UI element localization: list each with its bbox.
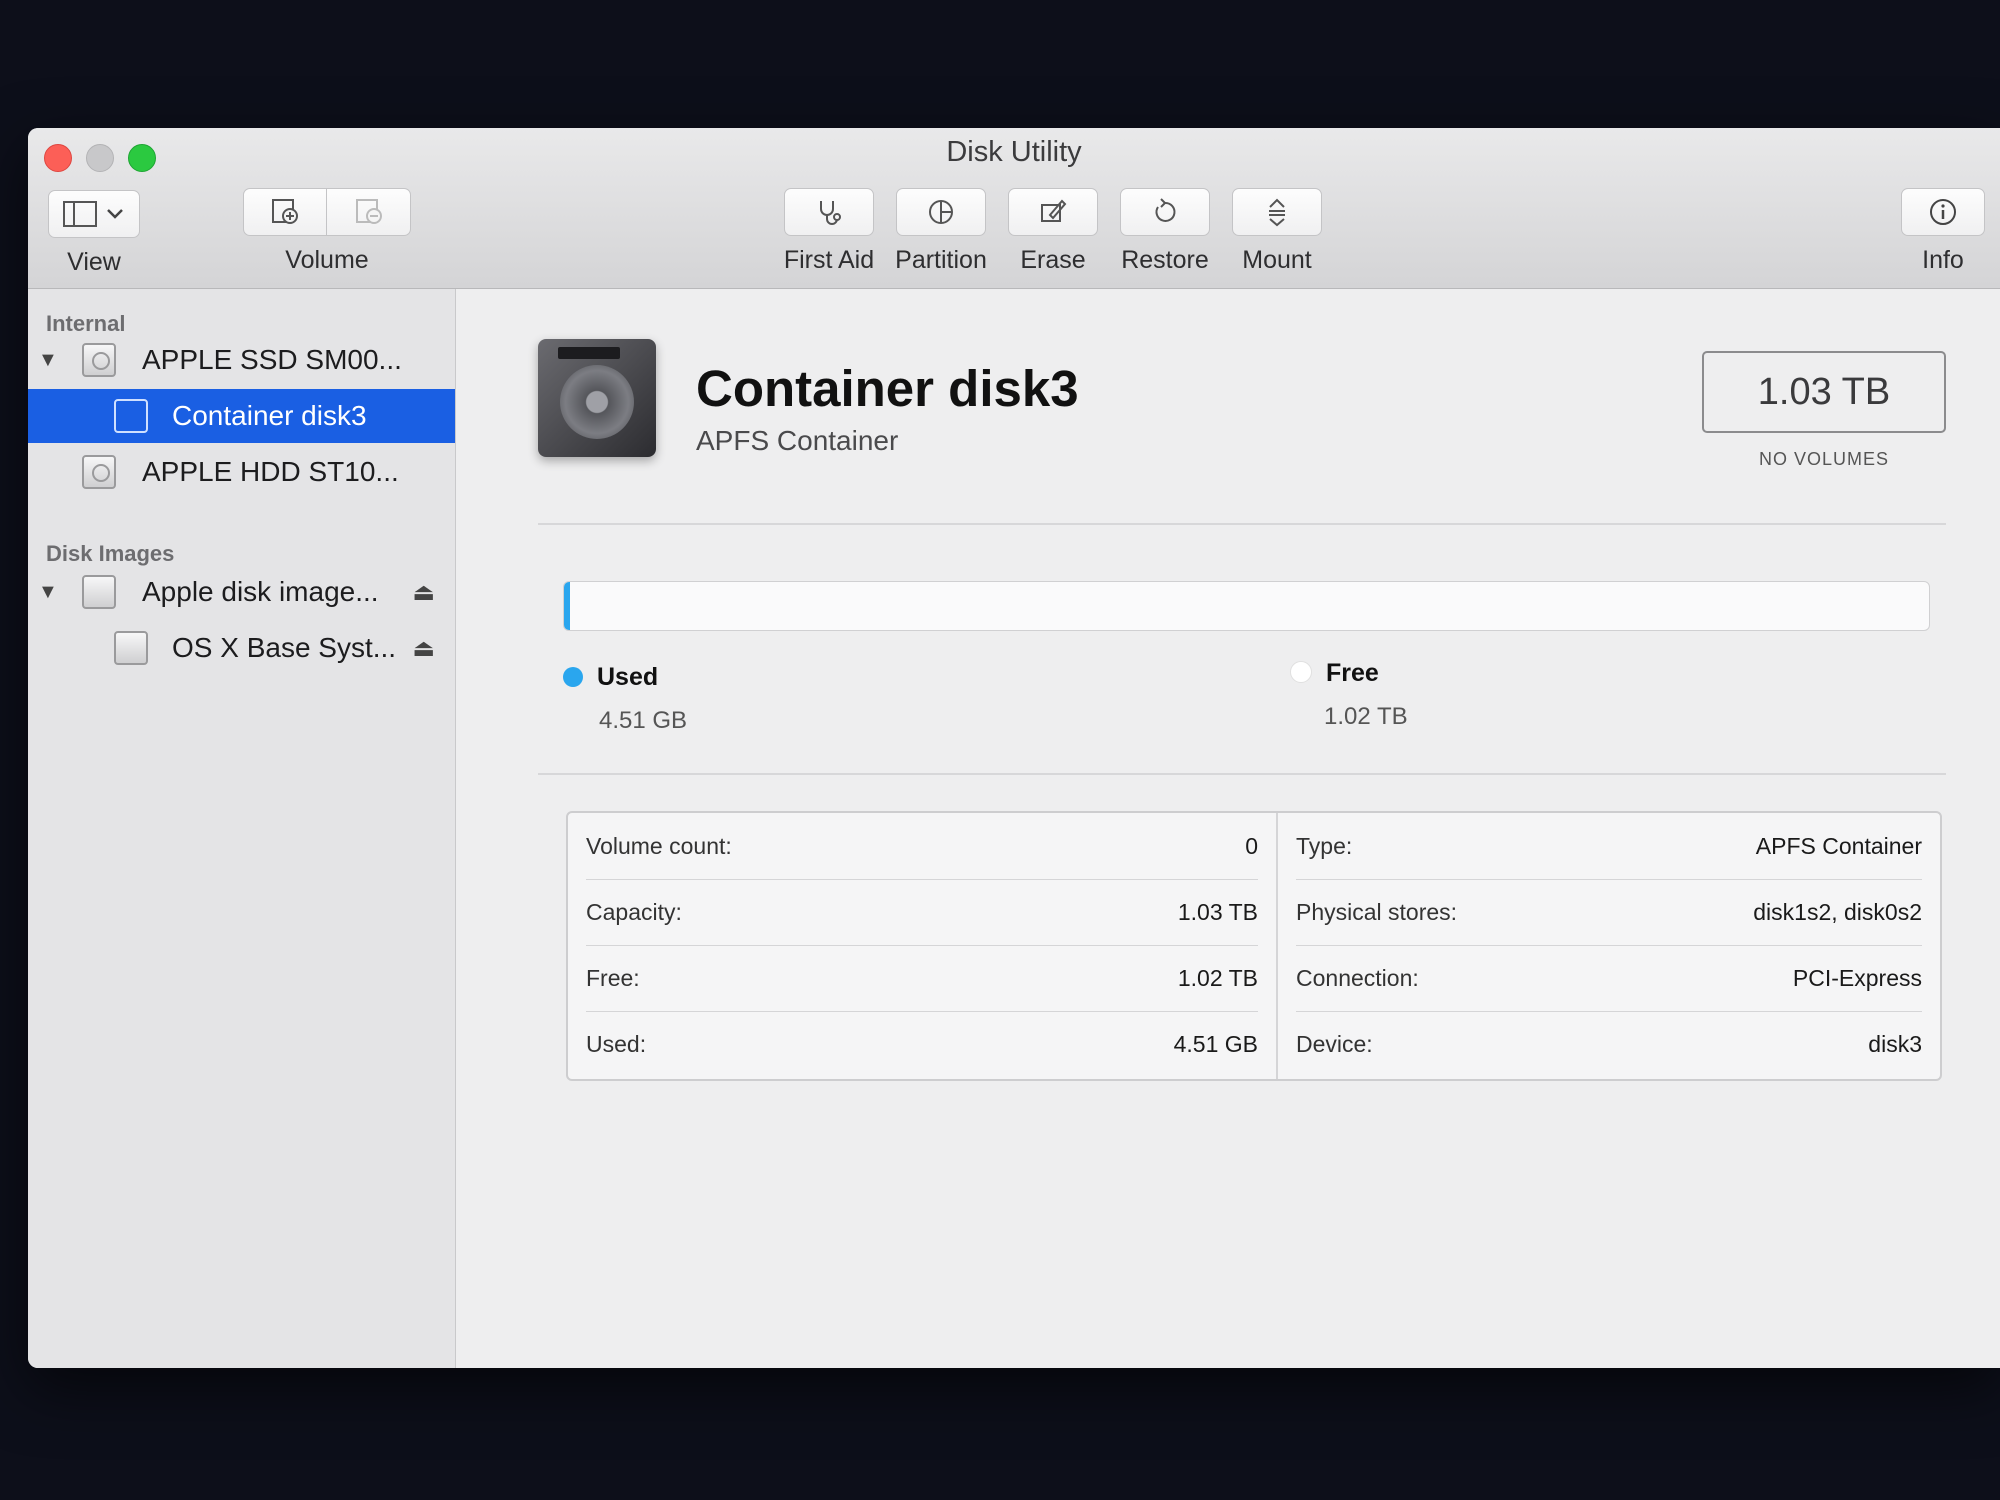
window-title: Disk Utility [946, 136, 1082, 168]
mount-group: Mount [1202, 188, 1352, 275]
disclosure-triangle-icon[interactable]: ▼ [38, 581, 58, 604]
legend-used: Used [563, 663, 658, 692]
volume-group: Volume [242, 188, 412, 275]
mount-button[interactable] [1232, 188, 1322, 236]
toolbar: Disk Utility View Volume First Aid Parti… [28, 128, 2000, 289]
partition-icon [929, 200, 953, 224]
legend-used-value: 4.51 GB [599, 707, 688, 734]
view-group: View [46, 190, 142, 277]
sidebar-item-apple-ssd[interactable]: ▼ APPLE SSD SM00... [28, 333, 455, 387]
sidebar: Internal ▼ APPLE SSD SM00... Container d… [28, 289, 456, 1368]
info-label: Connection: [1296, 964, 1419, 991]
info-row-free: Free: 1.02 TB [586, 945, 1258, 1012]
eject-icon[interactable]: ⏏ [412, 634, 435, 663]
detail-pane: Container disk3 APFS Container 1.03 TB N… [456, 289, 2000, 1368]
view-button[interactable] [48, 190, 140, 238]
info-label: Capacity: [586, 898, 682, 925]
hard-disk-icon [82, 455, 116, 489]
sidebar-icon [63, 201, 97, 227]
info-row-connection: Connection: PCI-Express [1296, 945, 1922, 1012]
sidebar-item-container-disk3[interactable]: Container disk3 [28, 389, 455, 443]
disk-title: Container disk3 [696, 360, 1079, 417]
info-value: 1.02 TB [1177, 964, 1258, 991]
usage-bar-used-fill [564, 582, 570, 630]
info-value: 1.03 TB [1177, 898, 1258, 925]
sidebar-item-label: APPLE HDD ST10... [142, 456, 399, 487]
remove-volume-button[interactable] [327, 188, 411, 236]
info-value: APFS Container [1755, 832, 1922, 859]
disk-large-icon [538, 339, 656, 457]
disk-subtitle: APFS Container [696, 425, 899, 456]
info-row-device: Device: disk3 [1296, 1011, 1922, 1077]
sidebar-item-label: Container disk3 [172, 400, 367, 431]
container-icon [114, 399, 148, 433]
first-aid-button[interactable] [784, 188, 874, 236]
remove-volume-icon [355, 199, 382, 224]
info-group: Info [1898, 188, 1988, 275]
info-row-capacity: Capacity: 1.03 TB [586, 879, 1258, 946]
info-value: 0 [1245, 832, 1258, 859]
volume-icon [114, 631, 148, 665]
info-column-left: Volume count: 0 Capacity: 1.03 TB Free: 1.0… [568, 813, 1278, 1079]
partition-button[interactable] [896, 188, 986, 236]
info-table: Volume count: 0 Capacity: 1.03 TB Free: 1.0… [566, 811, 1942, 1081]
free-dot-icon [1290, 661, 1312, 683]
erase-button[interactable] [1008, 188, 1098, 236]
info-label: Free: [586, 964, 640, 991]
info-label: Volume count: [586, 832, 732, 859]
sidebar-item-os-x-base-system[interactable]: OS X Base Syst... ⏏ [28, 621, 455, 675]
info-label: Physical stores: [1296, 898, 1458, 925]
restore-button[interactable] [1120, 188, 1210, 236]
info-row-type: Type: APFS Container [1296, 813, 1922, 880]
mount-label: Mount [1242, 246, 1312, 274]
hard-disk-icon [82, 343, 116, 377]
stethoscope-icon [820, 201, 841, 225]
sidebar-item-apple-disk-image[interactable]: ▼ Apple disk image... ⏏ [28, 565, 455, 619]
capacity-note: NO VOLUMES [1758, 449, 1890, 469]
divider [538, 523, 1946, 525]
disk-image-icon [82, 575, 116, 609]
mount-icon [1269, 198, 1285, 227]
capacity-display: 1.03 TB [1702, 351, 1946, 433]
info-value: 4.51 GB [1173, 1030, 1258, 1057]
info-label: Info [1922, 246, 1964, 274]
divider [538, 773, 1946, 775]
disclosure-triangle-icon[interactable]: ▼ [38, 349, 58, 372]
erase-icon [1041, 199, 1067, 222]
view-label: View [67, 248, 121, 276]
chevron-down-icon [107, 209, 123, 219]
restore-icon [1155, 198, 1176, 222]
sidebar-item-label: OS X Base Syst... [172, 632, 397, 663]
info-value: PCI-Express [1792, 964, 1922, 991]
info-icon [1930, 199, 1956, 225]
legend-free: Free [1290, 659, 1379, 688]
add-volume-icon [272, 199, 298, 224]
info-row-physical-stores: Physical stores: disk1s2, disk0s2 [1296, 879, 1922, 946]
add-volume-button[interactable] [243, 188, 327, 236]
legend-used-label: Used [597, 663, 659, 691]
used-dot-icon [563, 667, 583, 687]
info-button[interactable] [1901, 188, 1985, 236]
legend-free-value: 1.02 TB [1324, 703, 1408, 730]
info-label: Used: [586, 1030, 647, 1057]
info-row-volume-count: Volume count: 0 [586, 813, 1258, 880]
info-label: Type: [1296, 832, 1353, 859]
info-value: disk3 [1868, 1030, 1922, 1057]
info-label: Device: [1296, 1030, 1373, 1057]
usage-bar [563, 581, 1930, 631]
info-row-used: Used: 4.51 GB [586, 1011, 1258, 1077]
section-disk-images: Disk Images [46, 541, 175, 566]
eject-icon[interactable]: ⏏ [412, 578, 435, 607]
sidebar-item-label: Apple disk image... [142, 576, 379, 607]
info-value: disk1s2, disk0s2 [1753, 898, 1922, 925]
legend-free-label: Free [1326, 659, 1379, 687]
sidebar-item-apple-hdd[interactable]: APPLE HDD ST10... [28, 445, 455, 499]
disk-utility-window: Disk Utility View Volume First Aid Parti… [28, 128, 2000, 1368]
volume-label: Volume [285, 246, 369, 274]
info-column-right: Type: APFS Container Physical stores: disk… [1278, 813, 1940, 1079]
sidebar-item-label: APPLE SSD SM00... [142, 344, 402, 375]
